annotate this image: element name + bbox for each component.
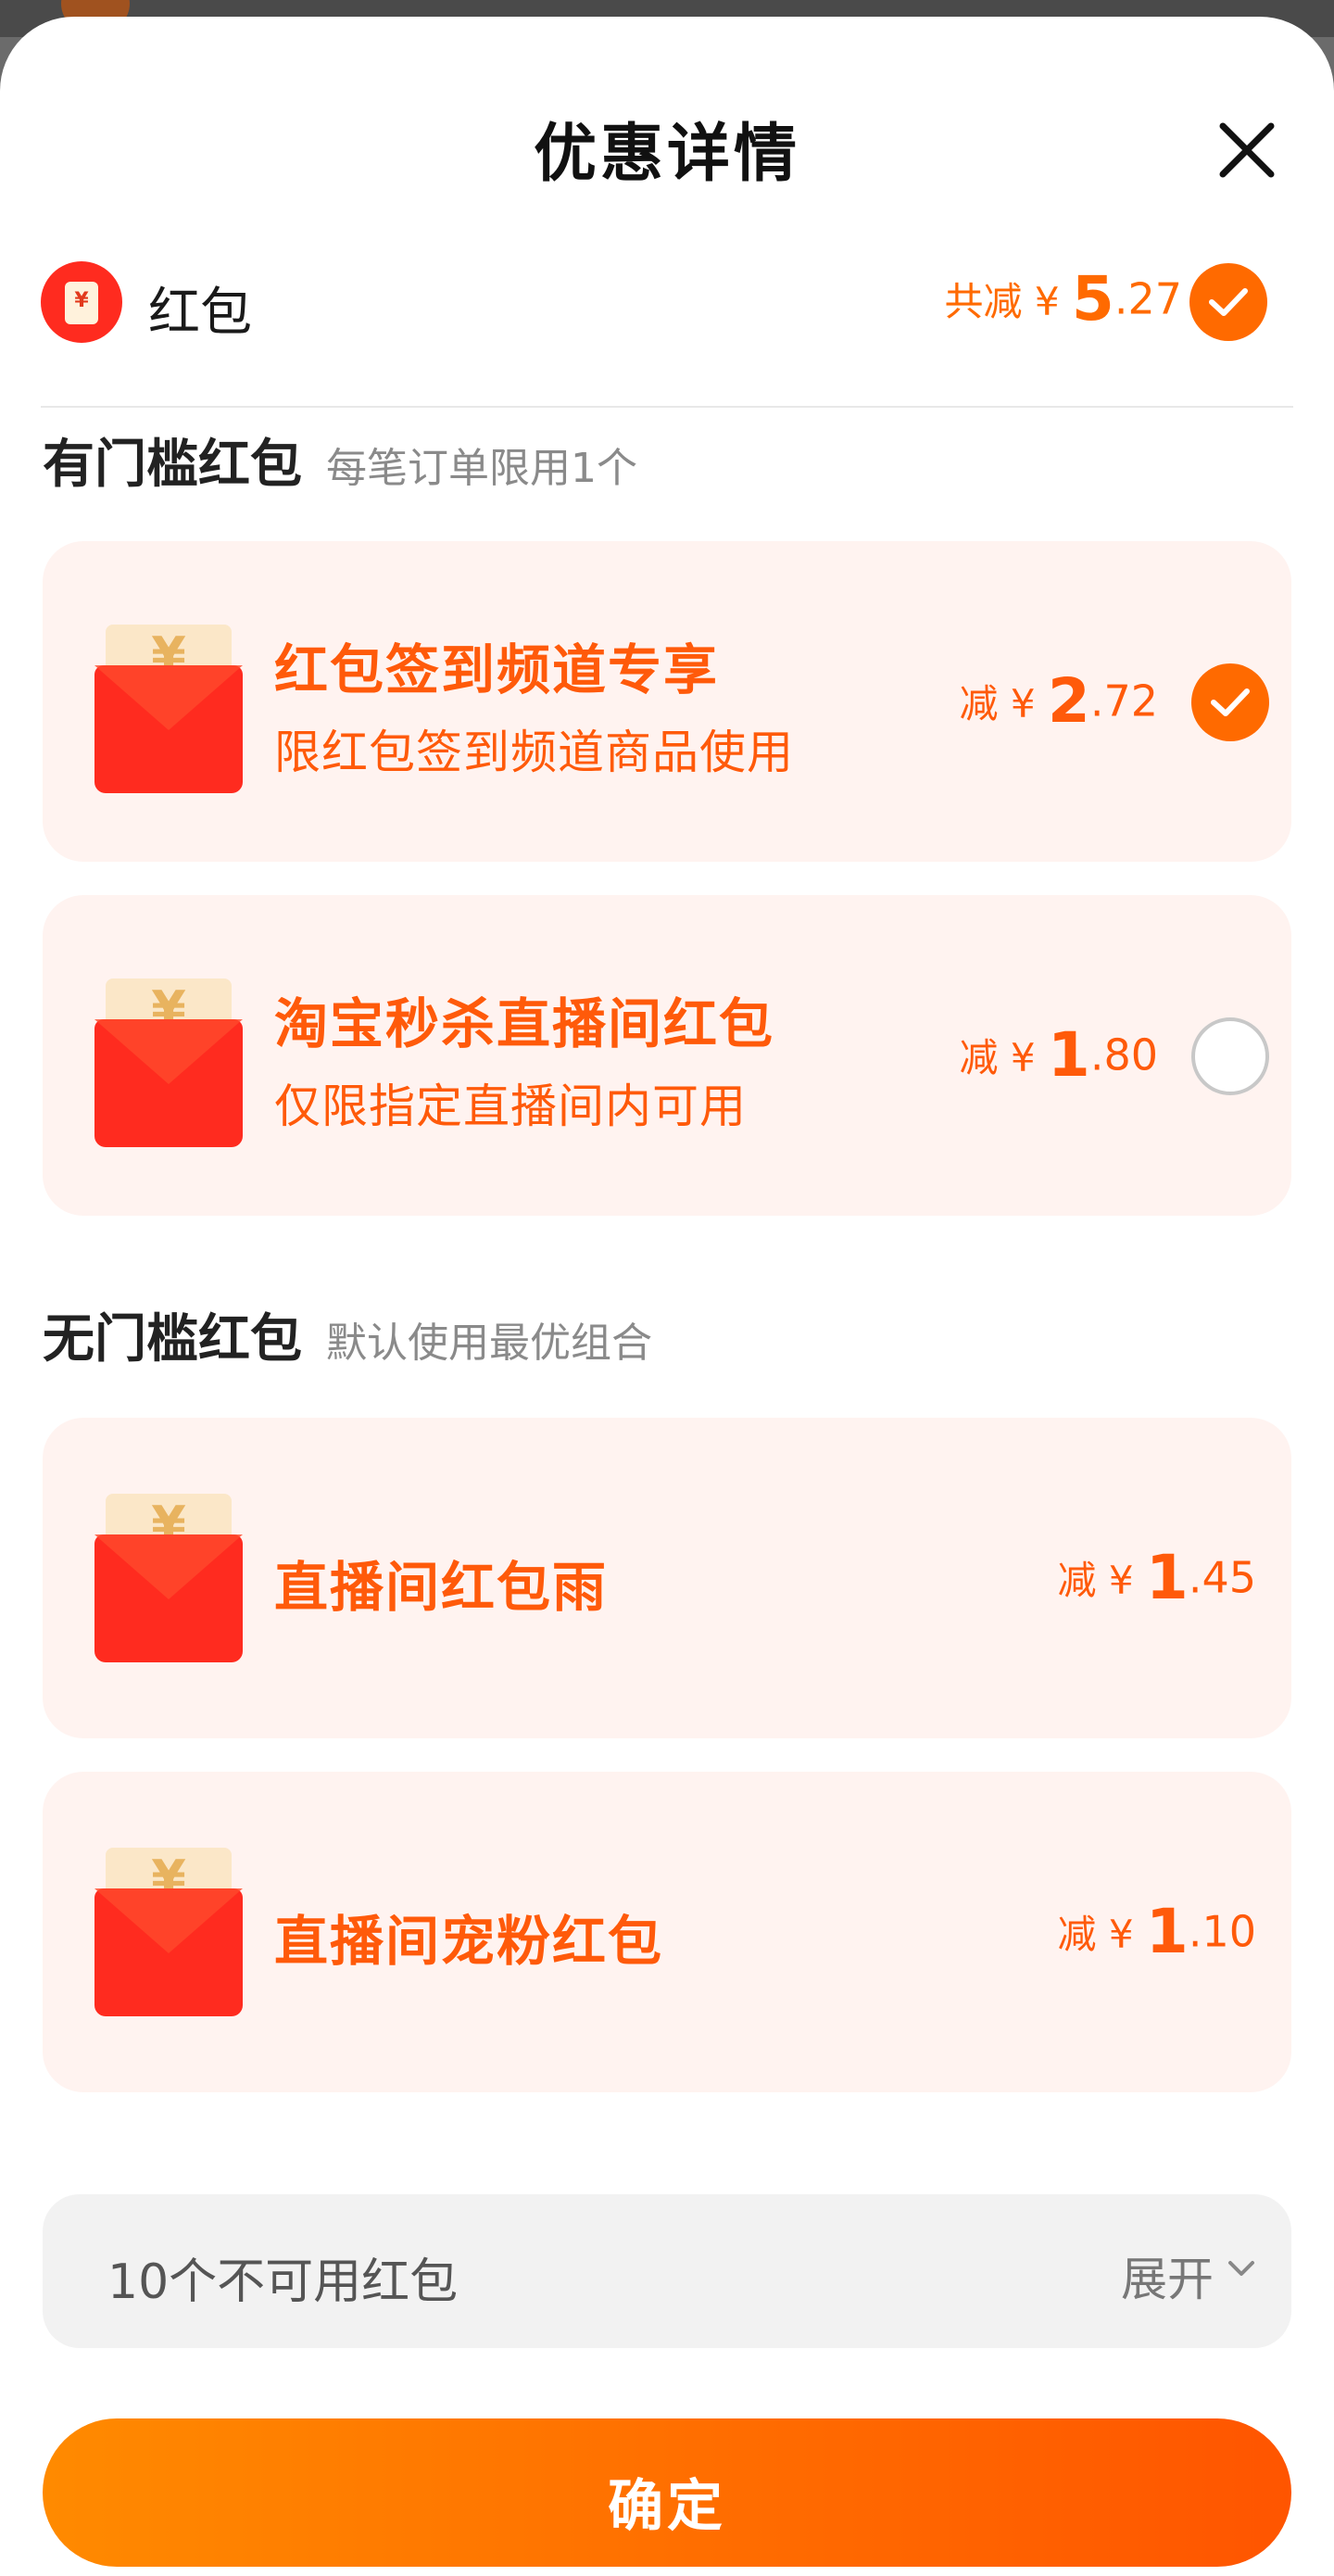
coupon-radio-unchecked[interactable] <box>1191 1017 1269 1095</box>
close-icon <box>1219 122 1275 178</box>
coupon-title: 淘宝秒杀直播间红包 <box>274 992 775 1055</box>
red-envelope-icon: ¥ <box>94 1494 243 1662</box>
section-subtitle: 每笔订单限用1个 <box>326 445 637 492</box>
red-envelope-icon: ¥ <box>94 625 243 793</box>
close-button[interactable] <box>1210 113 1284 187</box>
coupon-amount: 减 ¥ 1.45 <box>1057 1542 1256 1613</box>
sheet-title: 优惠详情 <box>533 118 800 191</box>
checkmark-icon <box>1211 688 1250 716</box>
red-packet-icon: ¥ <box>41 261 122 343</box>
coupon-card: ¥ 直播间红包雨 减 ¥ 1.45 <box>43 1418 1291 1738</box>
summary-total-discount: 共减 ¥ 5.27 <box>944 263 1182 335</box>
unavailable-packets-row[interactable]: 10个不可用红包 展开 <box>43 2194 1291 2348</box>
coupon-card: ¥ 直播间宠粉红包 减 ¥ 1.10 <box>43 1772 1291 2092</box>
coupon-title: 直播间红包雨 <box>274 1556 609 1619</box>
section-subtitle: 默认使用最优组合 <box>326 1320 652 1367</box>
coupon-amount: 减 ¥ 2.72 <box>959 665 1158 737</box>
unavailable-count-label: 10个不可用红包 <box>107 2254 459 2310</box>
section-title: 无门槛红包 <box>43 1309 302 1370</box>
coupon-amount: 减 ¥ 1.80 <box>959 1019 1158 1091</box>
coupon-checkbox[interactable] <box>1191 663 1269 741</box>
confirm-button[interactable]: 确定 <box>43 2418 1291 2567</box>
red-envelope-icon: ¥ <box>94 1848 243 2016</box>
coupon-card[interactable]: ¥ 红包签到频道专享 限红包签到频道商品使用 减 ¥ 2.72 <box>43 541 1291 862</box>
coupon-title: 红包签到频道专享 <box>274 638 720 701</box>
discount-detail-sheet: 优惠详情 ¥ 红包 共减 ¥ 5.27 有门槛红包 每笔订单限用1个 ¥ 红包签… <box>0 17 1334 2576</box>
red-packet-summary-row[interactable]: ¥ 红包 共减 ¥ 5.27 <box>41 258 1293 347</box>
coupon-card[interactable]: ¥ 淘宝秒杀直播间红包 仅限指定直播间内可用 减 ¥ 1.80 <box>43 895 1291 1216</box>
red-envelope-icon: ¥ <box>94 979 243 1147</box>
summary-label: 红包 <box>148 283 252 343</box>
coupon-amount: 减 ¥ 1.10 <box>1057 1896 1256 1967</box>
coupon-description: 仅限指定直播间内可用 <box>274 1080 747 1133</box>
coupon-title: 直播间宠粉红包 <box>274 1910 664 1973</box>
checkmark-icon <box>1209 288 1248 316</box>
summary-checkbox[interactable] <box>1189 263 1267 341</box>
expand-button[interactable]: 展开 <box>1121 2242 1214 2309</box>
section-title: 有门槛红包 <box>43 435 302 495</box>
divider <box>41 406 1293 408</box>
threshold-section-header: 有门槛红包 每笔订单限用1个 <box>43 423 637 498</box>
confirm-label: 确定 <box>608 2474 726 2539</box>
coupon-description: 限红包签到频道商品使用 <box>274 726 794 779</box>
chevron-down-icon <box>1228 2261 1254 2276</box>
no-threshold-section-header: 无门槛红包 默认使用最优组合 <box>43 1297 652 1372</box>
